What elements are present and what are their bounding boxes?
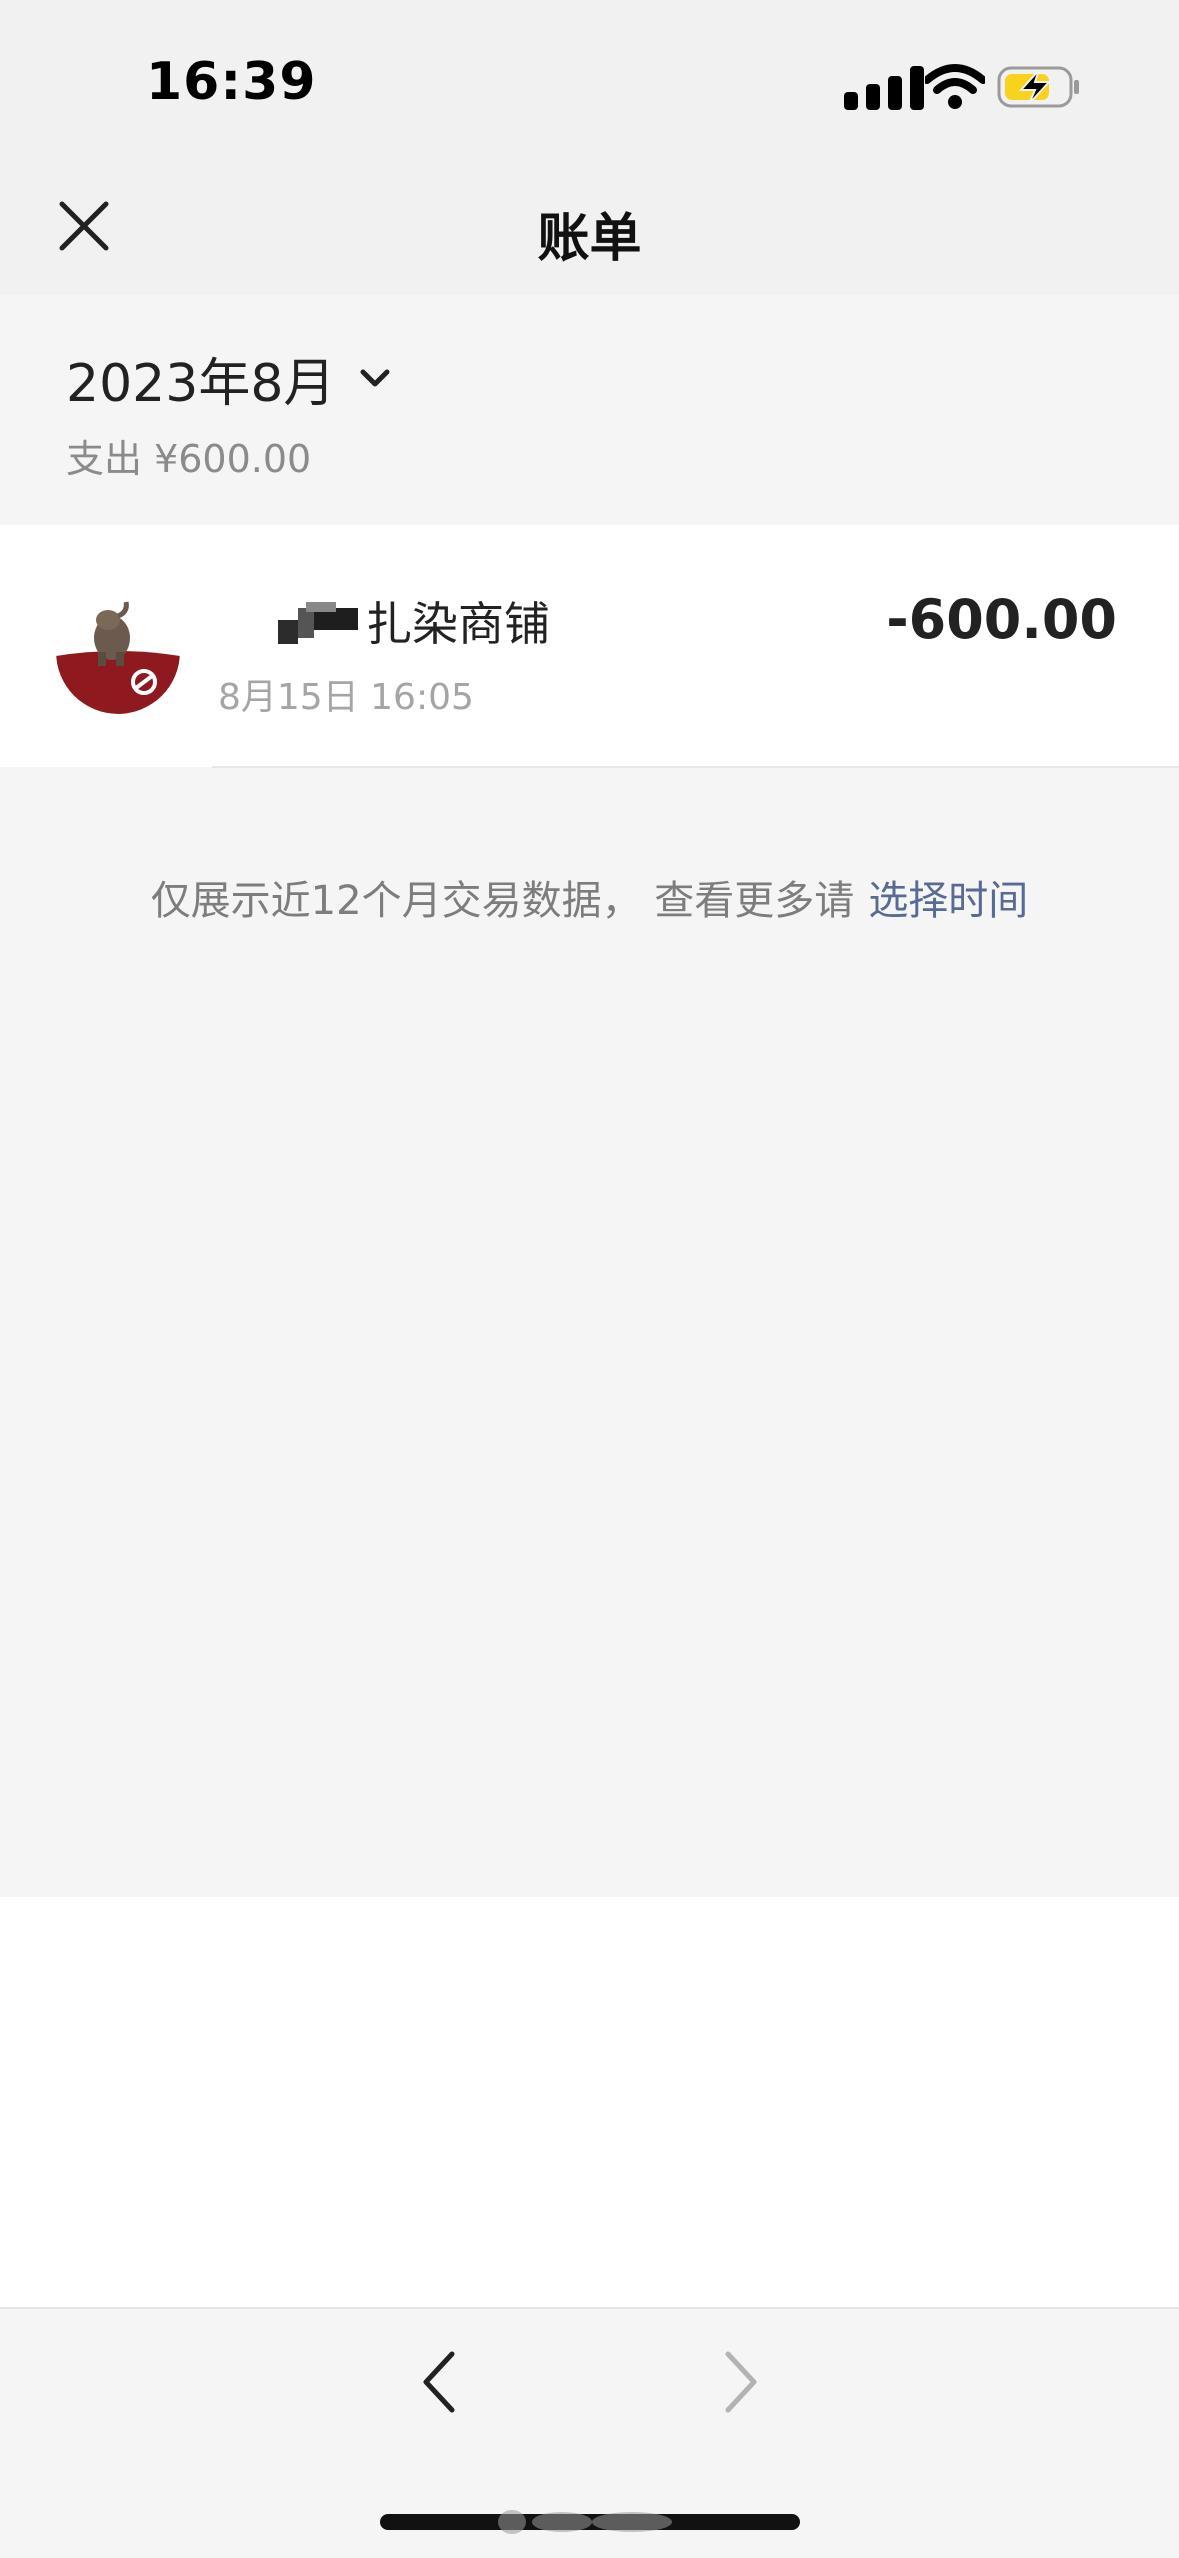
select-time-link[interactable]: 选择时间 — [868, 878, 1028, 924]
wifi-icon — [925, 64, 985, 109]
elephant-logo-avatar — [56, 590, 180, 714]
notice-text: 仅展示近12个月交易数据， 查看更多请 — [150, 878, 855, 924]
merchant-name-wrap: 扎染商铺 — [278, 588, 550, 654]
month-picker[interactable]: 2023年8月 — [66, 345, 393, 414]
transaction-amount: -600.00 — [886, 588, 1117, 651]
chevron-right-icon[interactable] — [712, 2346, 768, 2418]
chevron-down-icon — [360, 369, 390, 387]
merchant-name: 扎染商铺 — [366, 597, 550, 651]
redacted-block — [278, 602, 358, 644]
transaction-time: 8月15日 16:05 — [218, 677, 474, 718]
watermark-blur — [498, 2510, 672, 2534]
chevron-left-icon[interactable] — [412, 2346, 468, 2418]
history-notice: 仅展示近12个月交易数据， 查看更多请 选择时间 — [0, 868, 1179, 926]
month-label: 2023年8月 — [66, 353, 336, 414]
status-time: 16:39 — [146, 52, 317, 112]
page-title: 账单 — [537, 209, 642, 269]
row-divider — [212, 766, 1179, 768]
battery-charging-icon — [997, 66, 1079, 108]
content-bottom-area — [0, 1897, 1179, 2307]
expense-summary: 支出 ¥600.00 — [66, 437, 312, 481]
